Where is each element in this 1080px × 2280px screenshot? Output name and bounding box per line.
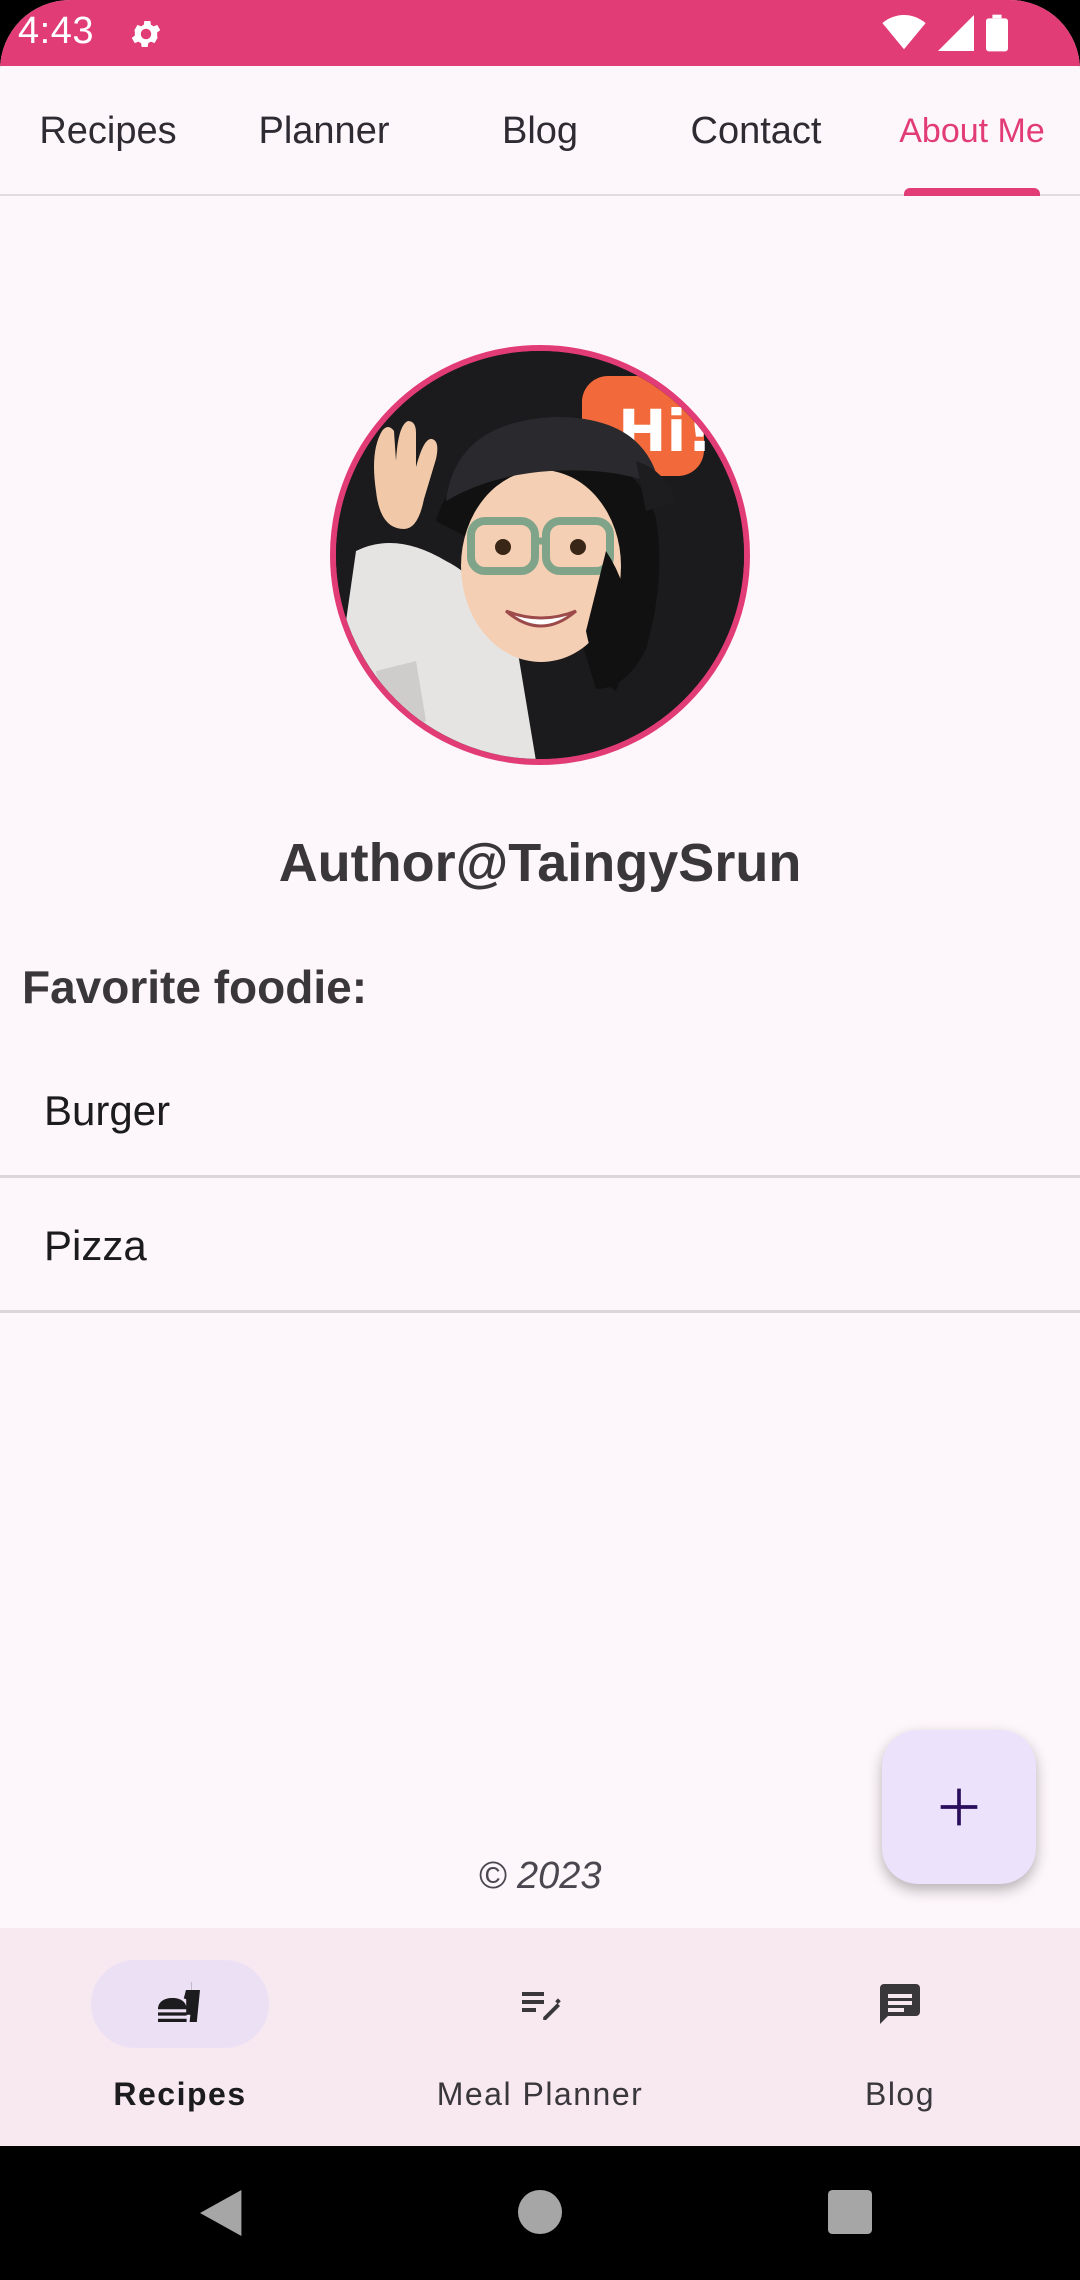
edit-note-icon bbox=[522, 1992, 561, 2020]
wifi-icon bbox=[882, 15, 926, 50]
top-tab-bar: Recipes Planner Blog Contact About Me bbox=[0, 66, 1080, 196]
status-icons bbox=[882, 14, 1008, 52]
battery-icon bbox=[986, 14, 1008, 52]
app-screen: 4:43 Recipes Planner Blog Contact About … bbox=[0, 0, 1080, 2280]
settings-icon bbox=[131, 20, 161, 48]
cellular-icon bbox=[938, 15, 974, 51]
avatar: Hi! bbox=[330, 345, 750, 765]
nav-label: Blog bbox=[864, 2076, 936, 2112]
bottom-nav-blog[interactable]: Blog bbox=[720, 1928, 1080, 2146]
author-name: Author@TaingySrun bbox=[278, 833, 802, 893]
tab-planner[interactable]: Planner bbox=[216, 66, 432, 196]
nav-label: Meal Planner bbox=[436, 2076, 644, 2112]
avatar-hi-sticker: Hi! bbox=[336, 351, 744, 759]
recents-icon[interactable] bbox=[828, 2190, 872, 2234]
tab-contact[interactable]: Contact bbox=[648, 66, 864, 196]
favorite-foodie-heading: Favorite foodie: bbox=[22, 961, 368, 1013]
list-item-label: Pizza bbox=[44, 1222, 147, 1269]
back-icon[interactable] bbox=[200, 2190, 246, 2236]
list-item-label: Burger bbox=[44, 1087, 171, 1134]
system-navigation-bar bbox=[0, 2146, 1080, 2280]
list-item[interactable]: Pizza bbox=[0, 1178, 1080, 1313]
active-tab-indicator bbox=[904, 188, 1040, 196]
chat-icon bbox=[880, 1984, 920, 2024]
fastfood-icon bbox=[158, 1982, 200, 2022]
plus-icon bbox=[940, 1788, 978, 1826]
bottom-nav-meal-planner[interactable]: Meal Planner bbox=[360, 1928, 720, 2146]
tab-about-me[interactable]: About Me bbox=[864, 66, 1080, 196]
list-item[interactable]: Burger bbox=[0, 1043, 1080, 1178]
home-icon[interactable] bbox=[518, 2190, 562, 2234]
status-bar: 4:43 bbox=[0, 0, 1080, 66]
bottom-nav-recipes[interactable]: Recipes bbox=[0, 1928, 360, 2146]
nav-label: Recipes bbox=[113, 2076, 247, 2112]
tab-recipes[interactable]: Recipes bbox=[0, 66, 216, 196]
tab-blog[interactable]: Blog bbox=[432, 66, 648, 196]
status-time: 4:43 bbox=[18, 10, 94, 52]
add-fab-button[interactable] bbox=[882, 1730, 1036, 1884]
bottom-navigation: Recipes Meal Planner Blog bbox=[0, 1928, 1080, 2146]
